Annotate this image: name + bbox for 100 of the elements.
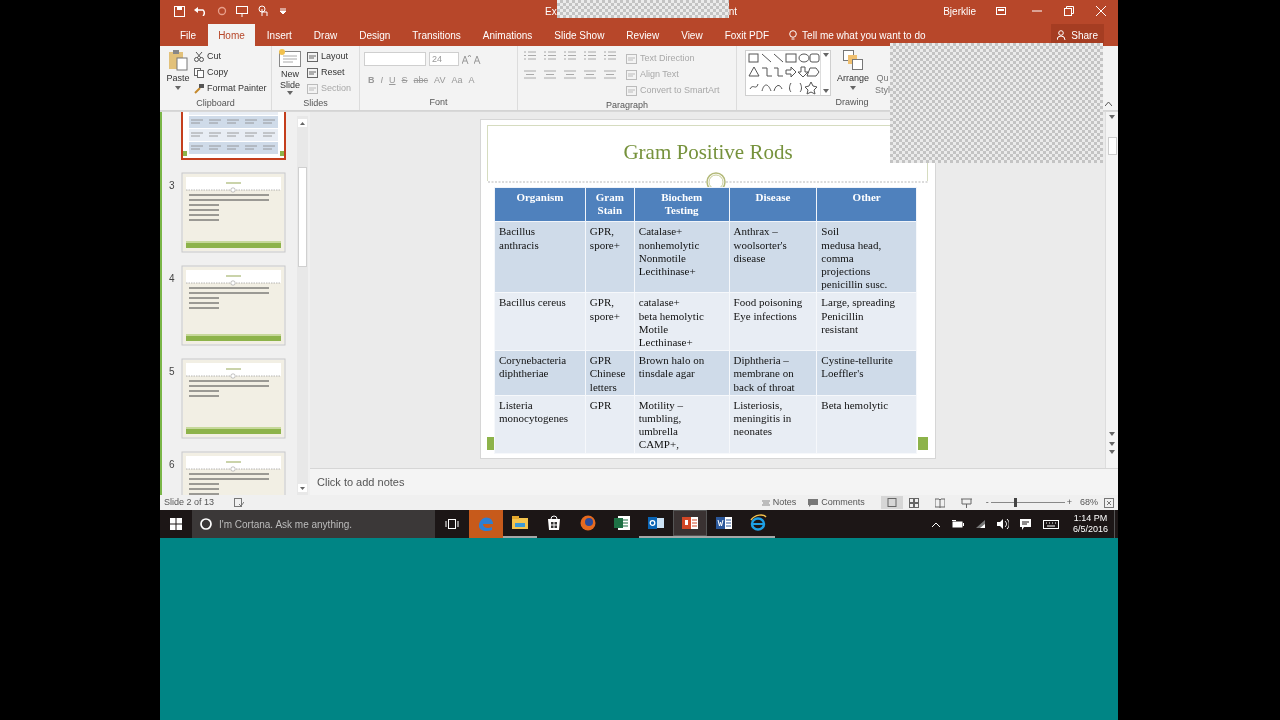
task-view-icon[interactable] (445, 519, 459, 529)
align-icon (524, 70, 536, 79)
windows-start-icon[interactable] (170, 518, 182, 530)
wifi-icon[interactable] (974, 519, 986, 529)
slide-thumbnail[interactable] (181, 172, 286, 253)
zoom-out-button[interactable]: - (985, 495, 989, 510)
volume-icon[interactable] (996, 519, 1009, 529)
slide-number: 5 (169, 366, 175, 377)
group-label: Clipboard (196, 98, 235, 108)
ribbon-tab[interactable]: Transitions (402, 24, 471, 46)
ribbon-tab[interactable]: Slide Show (544, 24, 615, 46)
list-icon (544, 51, 556, 60)
ribbon-tab[interactable]: Animations (472, 24, 543, 46)
arrange-button[interactable]: Arrange (837, 50, 870, 96)
format-button[interactable]: Aa (451, 74, 463, 88)
notifications-icon[interactable] (1019, 518, 1031, 530)
zoom-slider[interactable] (990, 498, 1065, 507)
slide-indicator: Slide 2 of 13 (164, 495, 215, 509)
scrollbar[interactable] (1105, 112, 1118, 469)
notes-button[interactable]: Notes (761, 495, 797, 510)
format-button[interactable]: AV (434, 74, 446, 88)
table-cell: catalase+ beta hemolytic Motile Lecthinase+ (634, 292, 730, 351)
align-icon (544, 70, 556, 79)
normal-view-icon[interactable] (880, 496, 903, 509)
user-name: Bjerklie (943, 4, 976, 19)
table-cell: Diphtheria – membrane on back of throat (729, 350, 817, 396)
lightbulb-icon[interactable] (789, 29, 798, 41)
keyboard-icon[interactable] (1042, 519, 1059, 529)
scrollbar-thumb[interactable] (298, 167, 307, 267)
ribbon-item[interactable]: Cut (194, 49, 267, 65)
ribbon-tab[interactable]: Design (349, 24, 401, 46)
slide-thumbnail[interactable] (181, 358, 286, 439)
format-button[interactable]: A (468, 74, 475, 88)
caret-icon[interactable] (822, 89, 829, 93)
search-field[interactable]: I'm Cortana. Ask me anything. (192, 510, 435, 538)
ribbon-tab[interactable]: View (671, 24, 713, 46)
font-size-field[interactable]: 24 (429, 52, 459, 66)
format-button[interactable]: abc (413, 74, 429, 88)
tell-me-field[interactable]: Tell me what you want to do (802, 27, 926, 43)
reading-view-icon[interactable] (934, 497, 945, 508)
clock-time[interactable]: 1:14 PM (1073, 513, 1108, 524)
scroll-up-button[interactable] (298, 119, 307, 127)
ribbon-tab[interactable]: Home (208, 24, 255, 46)
ribbon-tab[interactable]: Foxit PDF (714, 24, 780, 46)
battery-icon[interactable] (951, 520, 964, 528)
fit-slide-icon[interactable] (1104, 497, 1114, 508)
command-icon (307, 52, 318, 62)
new-slide-button[interactable]: New Slide (277, 49, 303, 97)
scrollbar[interactable] (297, 116, 308, 495)
slideshow-icon[interactable] (960, 497, 972, 508)
slide-sorter-icon[interactable] (908, 497, 919, 508)
notes-field[interactable]: Click to add notes (317, 473, 405, 491)
redo-icon[interactable] (217, 6, 227, 16)
caret-icon[interactable] (287, 91, 293, 95)
caret-icon[interactable] (1109, 115, 1115, 119)
ribbon-display-icon[interactable] (996, 7, 1006, 15)
shapes-gallery[interactable] (745, 50, 831, 96)
ribbon-item[interactable]: Reset (307, 65, 352, 81)
comments-button[interactable]: Comments (808, 495, 865, 510)
share-button[interactable]: Share (1051, 24, 1104, 46)
caret-icon[interactable] (850, 85, 856, 90)
slide-thumbnail[interactable] (181, 265, 286, 346)
ribbon-tab[interactable]: Draw (303, 24, 348, 46)
zoom-level[interactable]: 68% (1080, 495, 1098, 510)
close-icon[interactable] (1096, 6, 1106, 16)
touch-icon[interactable] (257, 5, 271, 17)
scroll-down-button[interactable] (298, 484, 307, 492)
format-button[interactable]: S (401, 74, 408, 88)
taskbar-app-button[interactable] (673, 510, 707, 538)
slide-number: 4 (169, 273, 175, 284)
command-icon (307, 68, 318, 78)
customize-icon[interactable] (280, 8, 286, 14)
save-icon[interactable] (174, 5, 185, 17)
ribbon-tab[interactable]: Review (616, 24, 670, 46)
ribbon-item[interactable]: Format Painter (194, 81, 267, 97)
presenter-icon[interactable] (236, 5, 248, 17)
chevron-up-icon[interactable] (931, 521, 940, 527)
format-button[interactable]: U (389, 74, 396, 88)
edge-icon (477, 514, 495, 532)
undo-icon[interactable] (194, 6, 208, 16)
list-icon (564, 51, 576, 60)
caret-icon[interactable] (822, 53, 829, 57)
zoom-in-button[interactable]: + (1066, 495, 1072, 510)
ribbon-tab[interactable]: Insert (256, 24, 302, 46)
align-icon (604, 70, 616, 79)
caret-icon[interactable] (175, 85, 181, 90)
quick-styles-button[interactable]: Qu Styl (875, 50, 891, 96)
clock-date[interactable]: 6/5/2016 (1072, 524, 1108, 535)
collapse-ribbon-icon[interactable] (1105, 102, 1112, 106)
ribbon-tab[interactable]: File (170, 24, 207, 46)
group-label: Drawing (835, 97, 869, 107)
format-button[interactable]: I (380, 74, 383, 88)
restore-icon[interactable] (1064, 6, 1074, 16)
ribbon-item[interactable]: Layout (307, 49, 352, 65)
ribbon-item[interactable]: Copy (194, 65, 267, 81)
scrollbar-thumb[interactable] (1107, 137, 1117, 155)
command-icon (307, 84, 318, 94)
font-name-field[interactable] (364, 52, 426, 66)
paste-button[interactable]: Paste (166, 49, 190, 97)
person-icon (1057, 30, 1068, 40)
